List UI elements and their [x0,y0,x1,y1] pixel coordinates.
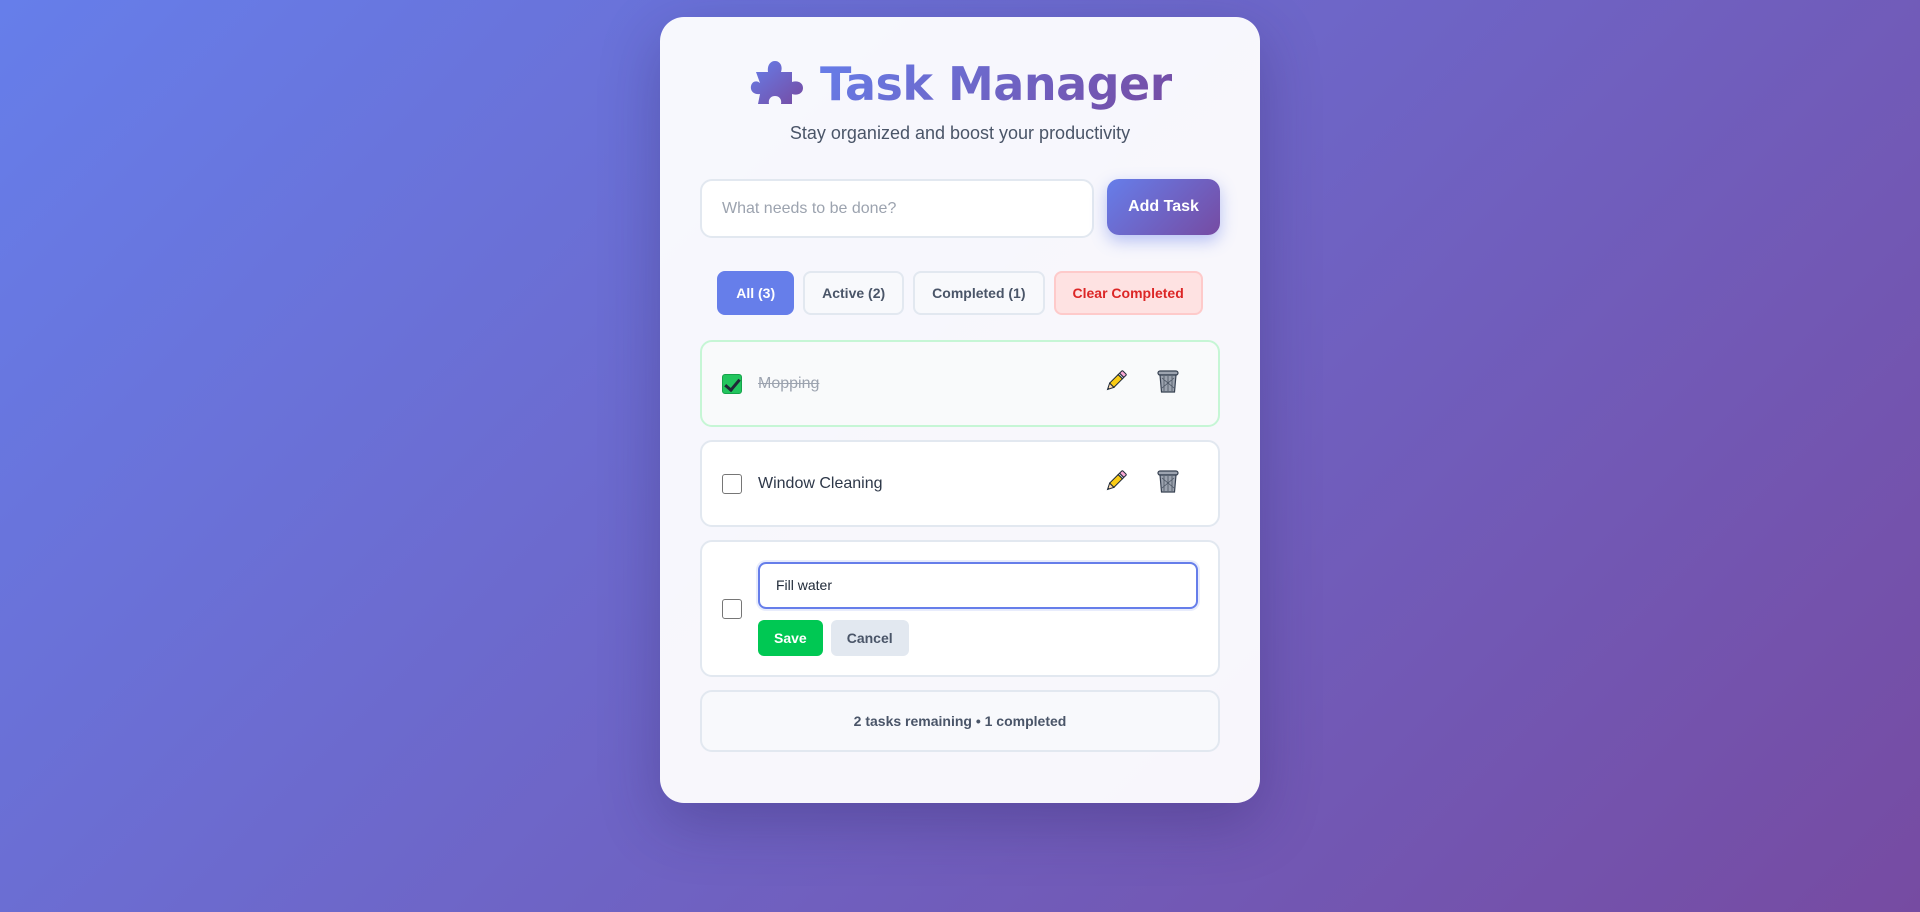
page-subtitle: Stay organized and boost your productivi… [789,123,1131,143]
edit-task-button[interactable] [1098,466,1134,502]
task-checkbox[interactable] [722,473,742,494]
filter-bar: All (3) Active (2) Completed (1) Clear C… [700,271,1220,315]
edit-area: Save Cancel [758,561,1198,656]
task-list: Mopping Window Cleaning Fill water Save … [700,340,1220,677]
filter-all-button[interactable]: All (3) [717,271,795,315]
new-task-input[interactable] [700,179,1094,238]
add-task-row: Add Task [700,179,1220,238]
task-item-editing: Save Cancel [700,540,1220,677]
page-title: Task Manager [820,53,1172,115]
task-item: Mopping [700,340,1220,427]
edit-task-button[interactable] [1098,366,1134,402]
save-button[interactable]: Save [758,619,823,656]
task-manager-card: Task Manager Stay organized and boost yo… [660,17,1260,803]
task-actions [1098,366,1186,402]
pencil-icon [1103,468,1129,499]
trash-icon [1156,368,1180,399]
task-text[interactable]: Window Cleaning [758,475,1098,493]
puzzle-piece-icon [748,58,806,110]
filter-active-button[interactable]: Active (2) [803,271,905,315]
clear-completed-button[interactable]: Clear Completed [1053,271,1203,315]
add-task-button[interactable]: Add Task [1107,179,1220,235]
cancel-button[interactable]: Cancel [830,619,909,656]
delete-task-button[interactable] [1150,366,1186,402]
task-text[interactable]: Mopping [758,375,1098,393]
filter-completed-button[interactable]: Completed (1) [913,271,1045,315]
task-checkbox[interactable] [722,598,742,619]
task-checkbox[interactable] [722,373,742,394]
pencil-icon [1103,368,1129,399]
task-actions [1098,466,1186,502]
header: Task Manager Stay organized and boost yo… [700,17,1220,144]
title-row: Task Manager [700,53,1220,115]
task-item: Window Cleaning [700,440,1220,527]
edit-buttons: Save Cancel [758,619,1198,656]
task-summary: 2 tasks remaining • 1 completed [700,690,1220,752]
trash-icon [1156,468,1180,499]
edit-task-input[interactable] [758,561,1198,609]
delete-task-button[interactable] [1150,466,1186,502]
